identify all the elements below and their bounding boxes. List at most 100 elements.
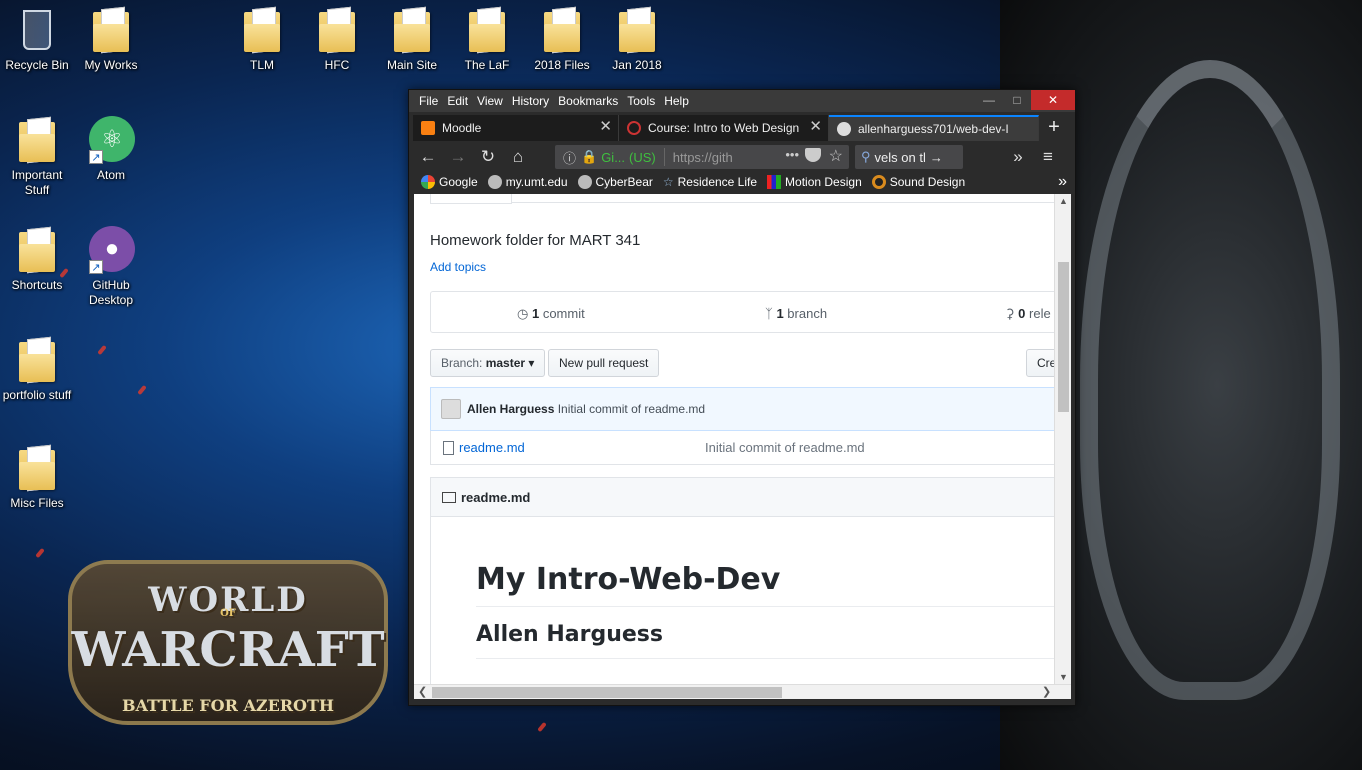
- menu-view[interactable]: View: [477, 94, 503, 108]
- desktop-icon-tlm[interactable]: TLM: [225, 6, 299, 73]
- desktop-icon-atom[interactable]: ⚛ ↗ Atom: [74, 116, 148, 183]
- file-commit-message[interactable]: Initial commit of readme.md: [705, 440, 865, 455]
- caret-down-icon: ▾: [528, 356, 535, 370]
- lock-icon: 🔒: [581, 149, 598, 164]
- back-arrow-icon[interactable]: ←: [413, 147, 443, 167]
- desktop-icon-recycle-bin[interactable]: Recycle Bin: [0, 6, 74, 73]
- tab-moodle[interactable]: Moodle ✕: [413, 115, 619, 141]
- menu-history[interactable]: History: [512, 94, 549, 108]
- page-actions-icon[interactable]: •••: [785, 147, 799, 162]
- wow-logo-of: OF: [220, 608, 236, 619]
- desktop-icon-my-works[interactable]: My Works: [74, 6, 148, 73]
- scroll-down-icon[interactable]: ▼: [1055, 672, 1071, 682]
- horizontal-scrollbar[interactable]: ❮ ❯: [414, 684, 1071, 699]
- info-icon[interactable]: ⓘ: [563, 148, 576, 167]
- nav-toolbar: ← → ↻ ⌂ ⓘ 🔒 Gi... (US) https://gith ••• …: [413, 144, 1073, 170]
- desktop-icon-shortcuts[interactable]: Shortcuts: [0, 226, 74, 293]
- new-tab-button[interactable]: +: [1039, 115, 1069, 141]
- page-viewport: Homework folder for MART 341 Add topics …: [414, 194, 1071, 699]
- power-icon: [627, 121, 641, 135]
- bookmark-star-icon[interactable]: ☆: [829, 146, 843, 166]
- site-country: (US): [629, 149, 656, 165]
- close-tab-icon[interactable]: ✕: [809, 119, 822, 135]
- desktop-icon-jan-2018[interactable]: Jan 2018: [600, 6, 674, 73]
- home-icon[interactable]: ⌂: [503, 147, 533, 167]
- tab-github-repo[interactable]: allenharguess701/web-dev-I: [829, 115, 1039, 141]
- avatar[interactable]: [441, 399, 461, 419]
- scroll-thumb[interactable]: [1058, 262, 1069, 412]
- url-bar[interactable]: ⓘ 🔒 Gi... (US) https://gith ••• ☆: [555, 145, 849, 169]
- bookmark-cyberbear[interactable]: CyberBear: [577, 175, 653, 189]
- commit-message[interactable]: Initial commit of readme.md: [558, 402, 705, 416]
- sound-design-icon: [871, 175, 886, 189]
- bookmark-motion-design[interactable]: Motion Design: [767, 175, 862, 189]
- bookmark-google[interactable]: Google: [421, 175, 478, 189]
- menu-tools[interactable]: Tools: [627, 94, 655, 108]
- add-topics-link[interactable]: Add topics: [430, 260, 486, 274]
- reload-icon[interactable]: ↻: [473, 147, 503, 167]
- url-text: https://gith: [672, 149, 733, 165]
- file-name-link[interactable]: readme.md: [459, 440, 525, 455]
- menu-help[interactable]: Help: [664, 94, 689, 108]
- minimize-button[interactable]: —: [975, 90, 1003, 110]
- forward-arrow-icon[interactable]: →: [443, 147, 473, 167]
- overflow-chevron-icon[interactable]: »: [1003, 147, 1033, 167]
- desktop-icon-label: Misc Files: [10, 496, 64, 510]
- desktop-icon-portfolio-stuff[interactable]: portfolio stuff: [0, 336, 74, 403]
- repo-tab-code[interactable]: [430, 194, 512, 204]
- menu-edit[interactable]: Edit: [447, 94, 468, 108]
- motion-design-icon: [767, 175, 782, 189]
- bookmark-label: my.umt.edu: [505, 175, 568, 189]
- desktop-icon-important-stuff[interactable]: Important Stuff: [0, 116, 74, 198]
- scroll-left-icon[interactable]: ❮: [418, 685, 427, 698]
- desktop-icon-the-laf[interactable]: The LaF: [450, 6, 524, 73]
- menu-bookmarks[interactable]: Bookmarks: [558, 94, 618, 108]
- desktop-icon-label: Shortcuts: [11, 278, 63, 292]
- desktop-icon-main-site[interactable]: Main Site: [375, 6, 449, 73]
- commits-label: commit: [542, 306, 585, 321]
- bookmark-residence-life[interactable]: ☆ Residence Life: [663, 175, 757, 189]
- shortcut-arrow-icon: ↗: [89, 260, 103, 274]
- scroll-thumb[interactable]: [432, 687, 782, 698]
- desktop-icon-label: Important Stuff: [11, 168, 63, 197]
- bookmark-label: CyberBear: [595, 175, 653, 189]
- latest-commit-text: Allen Harguess Initial commit of readme.…: [467, 402, 705, 416]
- bookmark-label: Residence Life: [677, 175, 758, 189]
- scroll-up-icon[interactable]: ▲: [1055, 196, 1071, 206]
- bookmarks-overflow-icon[interactable]: »: [1058, 173, 1067, 191]
- desktop-icon-github-desktop[interactable]: ● ↗ GitHub Desktop: [74, 226, 148, 308]
- desktop-icon-2018-files[interactable]: 2018 Files: [525, 6, 599, 73]
- close-window-button[interactable]: ✕: [1031, 90, 1075, 110]
- folder-icon: [15, 226, 59, 274]
- bookmark-my-umt[interactable]: my.umt.edu: [487, 175, 568, 189]
- new-pull-request-button[interactable]: New pull request: [548, 349, 660, 377]
- desktop-icon-label: 2018 Files: [534, 58, 590, 72]
- branches-link[interactable]: ᛉ 1 branch: [765, 306, 827, 321]
- desktop-icon-label: Main Site: [386, 58, 438, 72]
- scroll-right-icon[interactable]: ❯: [1042, 685, 1051, 698]
- search-go-icon[interactable]: →: [930, 150, 943, 165]
- folder-icon: [615, 6, 659, 54]
- search-icon: ⚲: [861, 149, 871, 164]
- hamburger-menu-icon[interactable]: ≡: [1033, 147, 1063, 167]
- desktop-icon-misc-files[interactable]: Misc Files: [0, 444, 74, 511]
- vertical-scrollbar[interactable]: ▲ ▼: [1054, 194, 1071, 684]
- search-input[interactable]: ⚲ vels on tl →: [855, 145, 963, 169]
- github-desktop-icon: ● ↗: [89, 226, 135, 274]
- tab-course-intro-web-design[interactable]: Course: Intro to Web Design ✕: [619, 115, 829, 141]
- desktop-icon-hfc[interactable]: HFC: [300, 6, 374, 73]
- close-tab-icon[interactable]: ✕: [599, 119, 612, 135]
- maximize-button[interactable]: □: [1003, 90, 1031, 110]
- pocket-icon[interactable]: [805, 148, 821, 162]
- wow-logo-warcraft: WARCRAFT: [71, 622, 385, 678]
- latest-commit-bar: Allen Harguess Initial commit of readme.…: [430, 387, 1070, 431]
- bookmark-sound-design[interactable]: Sound Design: [871, 175, 965, 189]
- site-identity: Gi...: [601, 149, 626, 165]
- commits-link[interactable]: ◷ 1 commit: [517, 306, 585, 322]
- commit-author[interactable]: Allen Harguess: [467, 402, 554, 416]
- branch-select-button[interactable]: Branch: master ▾: [430, 349, 546, 377]
- wow-logo-subtitle: BATTLE FOR AZEROTH: [121, 696, 335, 715]
- menu-file[interactable]: File: [419, 94, 438, 108]
- github-repo-page: Homework folder for MART 341 Add topics …: [414, 194, 1070, 697]
- releases-link[interactable]: ⚳ 0 rele: [1005, 306, 1051, 322]
